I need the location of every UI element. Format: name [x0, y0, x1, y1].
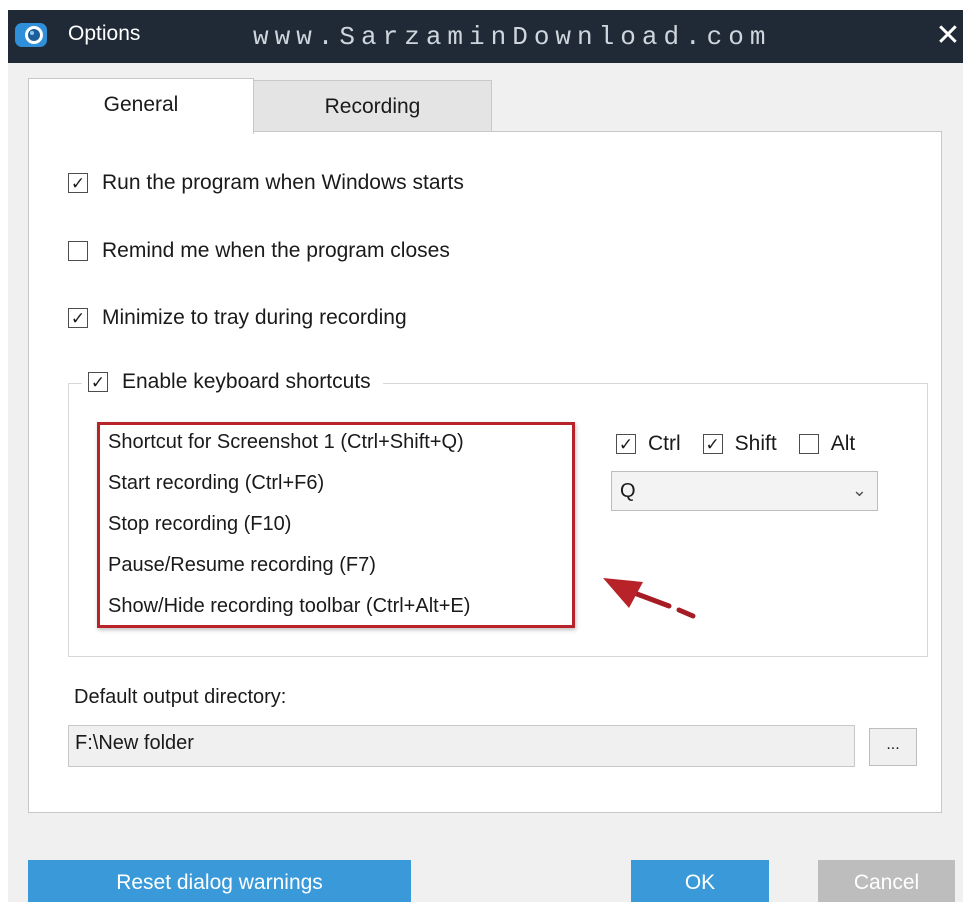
output-directory-field[interactable]: F:\New folder [68, 725, 855, 767]
option-minimize-to-tray[interactable]: ✓ Minimize to tray during recording [68, 306, 407, 330]
modifier-label: Shift [734, 432, 777, 455]
option-remind-on-close[interactable]: Remind me when the program closes [68, 239, 450, 263]
enable-shortcuts-checkbox[interactable]: ✓ Enable keyboard shortcuts [82, 370, 383, 394]
shortcut-item-pause-resume[interactable]: Pause/Resume recording (F7) [108, 554, 376, 577]
option-run-at-startup[interactable]: ✓ Run the program when Windows starts [68, 171, 464, 195]
webcam-icon [15, 23, 47, 47]
title-bar: Options www.SarzaminDownload.com ✕ [8, 10, 963, 63]
enable-shortcuts-label: Enable keyboard shortcuts [122, 370, 371, 393]
output-directory-label: Default output directory: [74, 686, 287, 708]
option-label: Minimize to tray during recording [102, 306, 407, 329]
checkbox-checked-icon[interactable]: ✓ [616, 434, 636, 454]
tab-general[interactable]: General [28, 78, 254, 134]
shortcut-key-dropdown[interactable]: Q ⌄ [611, 471, 878, 511]
modifier-alt[interactable]: Alt [798, 432, 856, 456]
checkbox-checked-icon[interactable]: ✓ [702, 434, 723, 454]
checkbox-unchecked-icon[interactable] [798, 434, 819, 454]
shortcut-item-start-recording[interactable]: Start recording (Ctrl+F6) [108, 472, 324, 495]
modifier-ctrl[interactable]: ✓ Ctrl [616, 432, 681, 456]
window-title: Options [68, 22, 141, 45]
reset-dialog-warnings-button[interactable]: Reset dialog warnings [28, 860, 411, 902]
modifier-shift[interactable]: ✓ Shift [702, 432, 777, 456]
option-label: Run the program when Windows starts [102, 171, 464, 194]
annotation-arrow-icon [603, 578, 696, 619]
checkbox-checked-icon[interactable]: ✓ [68, 308, 88, 328]
shortcut-item-stop-recording[interactable]: Stop recording (F10) [108, 513, 291, 536]
tab-recording[interactable]: Recording [253, 80, 492, 132]
close-button[interactable]: ✕ [933, 16, 963, 56]
chevron-down-icon: ⌄ [851, 480, 867, 500]
ok-button[interactable]: OK [631, 860, 769, 902]
shortcut-key-value: Q [620, 479, 636, 502]
checkbox-unchecked-icon[interactable] [68, 241, 88, 261]
shortcut-list: Shortcut for Screenshot 1 (Ctrl+Shift+Q)… [97, 422, 575, 628]
modifier-label: Alt [830, 432, 856, 455]
checkbox-checked-icon[interactable]: ✓ [68, 173, 88, 193]
shortcut-item-toggle-toolbar[interactable]: Show/Hide recording toolbar (Ctrl+Alt+E) [108, 595, 470, 618]
modifier-label: Ctrl [648, 432, 681, 455]
checkbox-checked-icon[interactable]: ✓ [88, 372, 108, 392]
browse-button[interactable]: ... [869, 728, 917, 766]
shortcut-item-screenshot[interactable]: Shortcut for Screenshot 1 (Ctrl+Shift+Q) [108, 431, 464, 454]
option-label: Remind me when the program closes [102, 239, 450, 262]
watermark-text: www.SarzaminDownload.com [253, 22, 772, 52]
cancel-button[interactable]: Cancel [818, 860, 955, 902]
modifier-checkboxes: ✓ Ctrl ✓ Shift Alt [616, 432, 877, 456]
